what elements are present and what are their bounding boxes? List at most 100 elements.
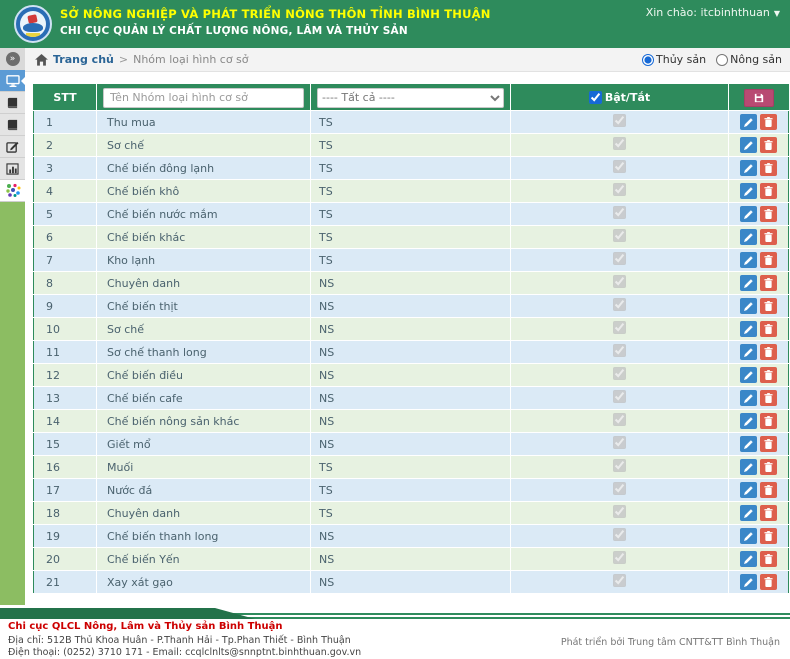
delete-button[interactable] [760,275,777,291]
delete-button[interactable] [760,367,777,383]
sidebar-item-documents[interactable] [0,114,25,136]
user-menu[interactable]: Xin chào: itcbinhthuan▼ [646,6,780,19]
row-name: Chế biến khác [97,226,311,249]
delete-button[interactable] [760,344,777,360]
table-row: 15Giết mổNS [34,433,789,456]
delete-button[interactable] [760,321,777,337]
delete-button[interactable] [760,114,777,130]
table-row: 6Chế biến khácTS [34,226,789,249]
sidebar-collapse-toggle[interactable]: » [0,48,25,70]
color-dots-logo-icon [5,183,21,198]
edit-button[interactable] [740,344,757,360]
row-name: Sơ chế thanh long [97,341,311,364]
row-actions [729,410,789,433]
edit-button[interactable] [740,367,757,383]
edit-pencil-icon [744,233,753,242]
breadcrumb-home-link[interactable]: Trang chủ [53,53,114,66]
radio-thuysan-input[interactable] [642,54,654,66]
delete-button[interactable] [760,183,777,199]
edit-button[interactable] [740,436,757,452]
delete-button[interactable] [760,160,777,176]
delete-button[interactable] [760,298,777,314]
delete-button[interactable] [760,413,777,429]
delete-button[interactable] [760,229,777,245]
trash-icon [764,439,773,449]
sidebar-item-dashboard[interactable] [0,70,25,92]
edit-button[interactable] [740,252,757,268]
delete-button[interactable] [760,137,777,153]
edit-pencil-icon [744,187,753,196]
trash-icon [764,186,773,196]
edit-button[interactable] [740,160,757,176]
sidebar-item-records[interactable] [0,92,25,114]
facility-type-table: STT ---- Tất cả ---- Bật/Tắt [33,84,789,594]
sidebar-item-logo[interactable] [0,180,25,202]
edit-button[interactable] [740,574,757,590]
row-enabled-checkbox [613,390,626,403]
row-type: NS [311,295,511,318]
edit-button[interactable] [740,321,757,337]
agency-logo [14,5,52,43]
edit-button[interactable] [740,114,757,130]
row-enabled-checkbox [613,482,626,495]
row-enabled-checkbox [613,298,626,311]
edit-button[interactable] [740,551,757,567]
sidebar-item-statistics[interactable] [0,158,25,180]
row-toggle-cell [511,548,729,571]
type-filter-select[interactable]: ---- Tất cả ---- [317,88,504,108]
row-name: Chế biến thanh long [97,525,311,548]
edit-button[interactable] [740,183,757,199]
name-filter-input[interactable] [103,88,304,108]
delete-button[interactable] [760,505,777,521]
edit-pencil-icon [744,371,753,380]
edit-button[interactable] [740,229,757,245]
toggle-all-checkbox[interactable] [589,91,602,104]
column-header-stt: STT [34,85,97,111]
row-stt: 9 [34,295,97,318]
radio-thuysan[interactable]: Thủy sản [642,53,706,66]
delete-button[interactable] [760,252,777,268]
delete-button[interactable] [760,390,777,406]
trash-icon [764,370,773,380]
edit-button[interactable] [740,298,757,314]
save-button[interactable] [744,89,774,107]
delete-button[interactable] [760,459,777,475]
delete-button[interactable] [760,482,777,498]
delete-button[interactable] [760,436,777,452]
trash-icon [764,577,773,587]
row-type: TS [311,479,511,502]
row-enabled-checkbox [613,344,626,357]
row-type: TS [311,180,511,203]
radio-nongsan-input[interactable] [716,54,728,66]
row-name: Chế biến cafe [97,387,311,410]
table-row: 17Nước đáTS [34,479,789,502]
delete-button[interactable] [760,551,777,567]
row-type: TS [311,157,511,180]
table-row: 20Chế biến YếnNS [34,548,789,571]
footer-org-name: Chi cục QLCL Nông, Lâm và Thủy sản Bình … [8,621,361,633]
trash-icon [764,416,773,426]
trash-icon [764,347,773,357]
row-stt: 13 [34,387,97,410]
edit-button[interactable] [740,390,757,406]
edit-button[interactable] [740,275,757,291]
delete-button[interactable] [760,574,777,590]
delete-button[interactable] [760,528,777,544]
edit-button[interactable] [740,459,757,475]
row-toggle-cell [511,479,729,502]
column-header-toggle: Bật/Tắt [511,85,729,111]
row-enabled-checkbox [613,229,626,242]
delete-button[interactable] [760,206,777,222]
edit-button[interactable] [740,528,757,544]
edit-button[interactable] [740,413,757,429]
row-toggle-cell [511,203,729,226]
row-enabled-checkbox [613,275,626,288]
edit-button[interactable] [740,206,757,222]
row-stt: 8 [34,272,97,295]
trash-icon [764,278,773,288]
radio-nongsan[interactable]: Nông sản [716,53,782,66]
edit-button[interactable] [740,137,757,153]
edit-button[interactable] [740,505,757,521]
sidebar-item-edit[interactable] [0,136,25,158]
edit-button[interactable] [740,482,757,498]
